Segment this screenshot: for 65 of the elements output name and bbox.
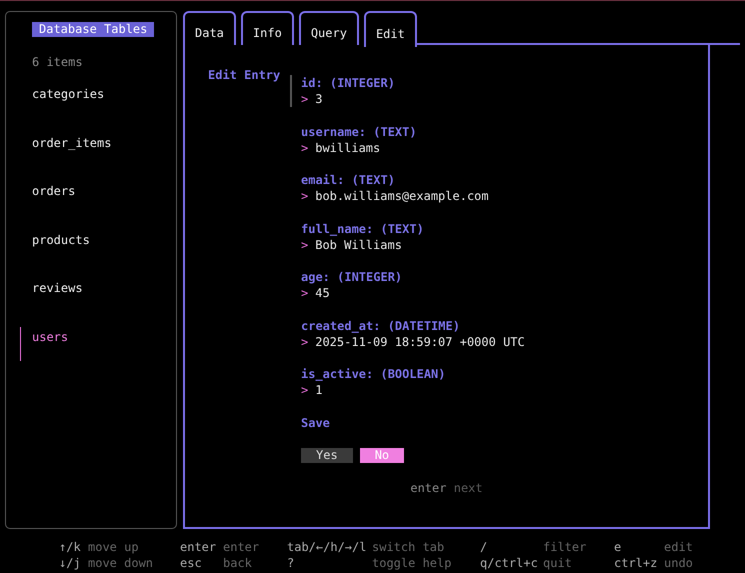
field-value: 1 — [315, 383, 322, 397]
help-description: edit — [664, 539, 694, 555]
form-field[interactable]: created_at: (DATETIME) > 2025-11-09 18:59:07 +0000 UTC — [290, 318, 525, 350]
prompt-marker: > — [301, 334, 308, 348]
help-description: switch tab — [372, 539, 446, 555]
help-key: tab/←/h/→/l — [287, 539, 372, 555]
prompt-marker: > — [301, 238, 308, 252]
help-key: ctrl+z — [614, 555, 664, 571]
prompt-marker: > — [301, 140, 308, 154]
form-title: Edit Entry — [208, 67, 282, 84]
help-key: ↓/j — [59, 555, 88, 571]
field-value: bob.williams@example.com — [315, 189, 489, 203]
help-description: back — [223, 555, 253, 571]
help-description: undo — [664, 555, 694, 571]
form-field[interactable]: age: (INTEGER) > 45 — [290, 269, 525, 301]
table-list-item[interactable]: order_items — [20, 132, 176, 166]
table-list-item[interactable]: orders — [20, 181, 176, 215]
prompt-marker: > — [301, 92, 308, 106]
save-label: Save — [301, 414, 331, 430]
help-description: move up — [88, 539, 140, 555]
help-key: ↑/k — [59, 539, 88, 555]
tab[interactable]: Query — [298, 11, 359, 45]
help-description: filter — [543, 539, 588, 555]
help-description: enter — [223, 539, 260, 555]
help-description: quit — [543, 555, 573, 571]
item-count: 6 items — [32, 54, 84, 70]
field-value: Bob Williams — [315, 238, 402, 252]
help-description: toggle help — [372, 555, 452, 571]
help-key: e — [614, 539, 664, 555]
help-description: move down — [88, 555, 154, 571]
field-label: username: (TEXT) — [301, 124, 418, 140]
field-label: is_active: (BOOLEAN) — [301, 366, 446, 382]
hint-key: enter — [410, 480, 446, 494]
table-list-item[interactable]: reviews — [20, 278, 176, 312]
form-field[interactable]: full_name: (TEXT) > Bob Williams — [290, 220, 525, 252]
prompt-marker: > — [301, 189, 308, 203]
form-field[interactable]: is_active: (BOOLEAN) > 1 — [290, 366, 525, 398]
form-field[interactable]: id: (INTEGER) > 3 — [290, 75, 525, 107]
tab[interactable]: Info — [240, 11, 294, 45]
field-label: id: (INTEGER) — [301, 75, 396, 91]
prompt-marker: > — [301, 383, 308, 397]
form-field[interactable]: email: (TEXT) > bob.williams@example.com — [290, 172, 525, 204]
field-label: age: (INTEGER) — [301, 269, 404, 285]
help-key: esc — [180, 555, 223, 571]
table-list-item[interactable]: categories — [20, 84, 176, 118]
help-key: enter — [180, 539, 223, 555]
field-value: 3 — [315, 92, 322, 106]
form-field[interactable]: username: (TEXT) > bwilliams — [290, 124, 525, 156]
confirm-button[interactable]: Yes — [301, 448, 353, 462]
help-key: / — [480, 539, 543, 555]
tab[interactable]: Edit — [364, 11, 417, 47]
table-list-item[interactable]: users — [20, 326, 176, 360]
field-value: 45 — [315, 286, 330, 300]
tab[interactable]: Data — [183, 11, 236, 45]
field-value: bwilliams — [315, 140, 380, 154]
field-value: 2025-11-09 18:59:07 +0000 UTC — [315, 334, 525, 348]
field-label: full_name: (TEXT) — [301, 220, 425, 236]
help-key: ? — [287, 555, 372, 571]
field-label: email: (TEXT) — [301, 172, 396, 188]
sidebar-title: Database Tables — [32, 22, 154, 37]
table-list-item[interactable]: products — [20, 230, 176, 264]
prompt-marker: > — [301, 286, 308, 300]
hint-action: next — [454, 480, 483, 494]
help-key: q/ctrl+c — [480, 555, 543, 571]
field-label: created_at: (DATETIME) — [301, 318, 461, 334]
